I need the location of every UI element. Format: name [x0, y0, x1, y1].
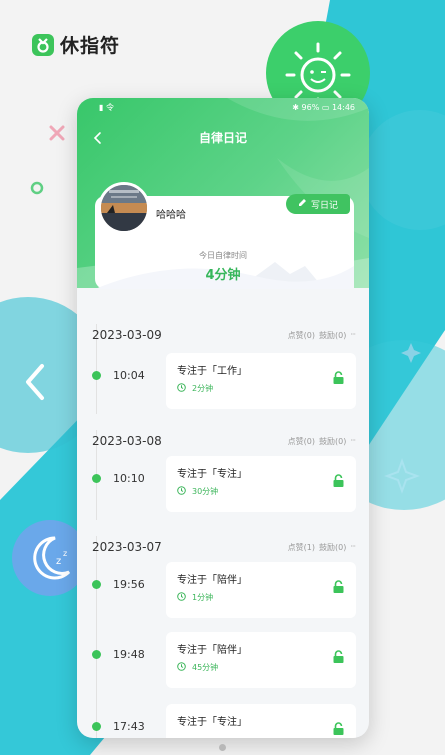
entry-card[interactable]: 专注于「专注」 — [166, 704, 356, 738]
date-actions: 点赞(0) 鼓励(0) ··· — [288, 330, 356, 341]
duration-text: 30分钟 — [192, 487, 219, 496]
date-label: 2023-03-07 — [92, 540, 162, 554]
phone-mockup: ▮ 令 ✱ 96% ▭ 14:46 自律日记 哈哈哈 写日记 今日自律时间 4分… — [77, 98, 369, 738]
write-diary-label: 写日记 — [310, 200, 338, 211]
diary-entry[interactable]: 10:10 专注于「专注」 30分钟 — [77, 456, 369, 512]
promo-stage: z z 休指符 ▮ 令 ✱ 96% ▭ 14:46 自律日记 哈哈哈 写日记 今… — [0, 0, 445, 755]
entry-time: 17:43 — [113, 720, 145, 733]
entry-card[interactable]: 专注于「陪伴」 1分钟 — [166, 562, 356, 618]
diary-entry[interactable]: 19:48 专注于「陪伴」 45分钟 — [77, 632, 369, 688]
date-actions: 点赞(0) 鼓励(0) ··· — [288, 436, 356, 447]
timeline-dot — [92, 580, 101, 589]
diary-entry[interactable]: 17:43 专注于「专注」 — [77, 704, 369, 738]
entry-card[interactable]: 专注于「专注」 30分钟 — [166, 456, 356, 512]
date-label: 2023-03-08 — [92, 434, 162, 448]
duration-text: 2分钟 — [192, 384, 214, 393]
entry-time: 19:56 — [113, 578, 145, 591]
write-diary-button[interactable]: 写日记 — [286, 194, 350, 214]
entry-time: 19:48 — [113, 648, 145, 661]
lock-icon[interactable] — [332, 721, 345, 735]
like-count[interactable]: 点赞(0) — [288, 436, 315, 447]
lock-icon[interactable] — [332, 579, 345, 593]
back-icon[interactable] — [91, 130, 105, 144]
svg-text:z: z — [63, 549, 67, 558]
diary-entry[interactable]: 19:56 专注于「陪伴」 1分钟 — [77, 562, 369, 618]
entry-time: 10:10 — [113, 472, 145, 485]
username: 哈哈哈 — [156, 210, 186, 221]
like-count[interactable]: 点赞(0) — [288, 330, 315, 341]
entry-title: 专注于「工作」 — [177, 366, 247, 377]
lock-icon[interactable] — [332, 649, 345, 663]
entry-card[interactable]: 专注于「工作」 2分钟 — [166, 353, 356, 409]
clock-icon — [177, 486, 186, 497]
more-button[interactable]: ··· — [350, 330, 356, 341]
entry-card[interactable]: 专注于「陪伴」 45分钟 — [166, 632, 356, 688]
today-value: 4分钟 — [205, 268, 241, 283]
brand-name: 休指符 — [60, 35, 121, 57]
lock-icon[interactable] — [332, 370, 345, 384]
clock-icon — [177, 592, 186, 603]
date-actions: 点赞(1) 鼓励(0) ··· — [288, 542, 356, 553]
entry-duration: 2分钟 — [177, 383, 213, 394]
timeline-dot — [92, 650, 101, 659]
more-button[interactable]: ··· — [350, 436, 356, 447]
nav-bar: 自律日记 — [77, 124, 369, 150]
duration-text: 1分钟 — [192, 593, 214, 602]
avatar[interactable] — [98, 182, 150, 234]
entry-duration: 45分钟 — [177, 662, 218, 673]
date-label: 2023-03-09 — [92, 328, 162, 342]
like-count[interactable]: 点赞(1) — [288, 542, 315, 553]
cheer-count[interactable]: 鼓励(0) — [319, 330, 346, 341]
lock-icon[interactable] — [332, 473, 345, 487]
entry-time: 10:04 — [113, 369, 145, 382]
clock-icon — [177, 662, 186, 673]
entry-title: 专注于「专注」 — [177, 717, 247, 728]
status-left: ▮ 令 — [99, 102, 114, 112]
entry-title: 专注于「陪伴」 — [177, 575, 247, 586]
diary-entry[interactable]: 10:04 专注于「工作」 2分钟 — [77, 353, 369, 409]
cheer-count[interactable]: 鼓励(0) — [319, 542, 346, 553]
cheer-count[interactable]: 鼓励(0) — [319, 436, 346, 447]
svg-text:z: z — [56, 556, 61, 567]
logo-icon — [32, 33, 54, 56]
entry-title: 专注于「专注」 — [177, 469, 247, 480]
timeline-dot — [92, 722, 101, 731]
status-bar: ▮ 令 ✱ 96% ▭ 14:46 — [77, 98, 369, 116]
status-right: ✱ 96% ▭ 14:46 — [292, 102, 355, 112]
entry-duration: 1分钟 — [177, 592, 213, 603]
timeline-dot — [92, 474, 101, 483]
carousel-indicator[interactable] — [219, 744, 226, 751]
pencil-icon — [298, 198, 307, 210]
entry-duration: 30分钟 — [177, 486, 218, 497]
today-label: 今日自律时间 — [199, 251, 247, 260]
clock-icon — [177, 383, 186, 394]
duration-text: 45分钟 — [192, 663, 219, 672]
brand: 休指符 — [32, 31, 120, 58]
more-button[interactable]: ··· — [350, 542, 356, 553]
page-title: 自律日记 — [198, 130, 247, 145]
entry-title: 专注于「陪伴」 — [177, 645, 247, 656]
chevron-left-icon[interactable] — [18, 360, 52, 404]
timeline-dot — [92, 371, 101, 380]
